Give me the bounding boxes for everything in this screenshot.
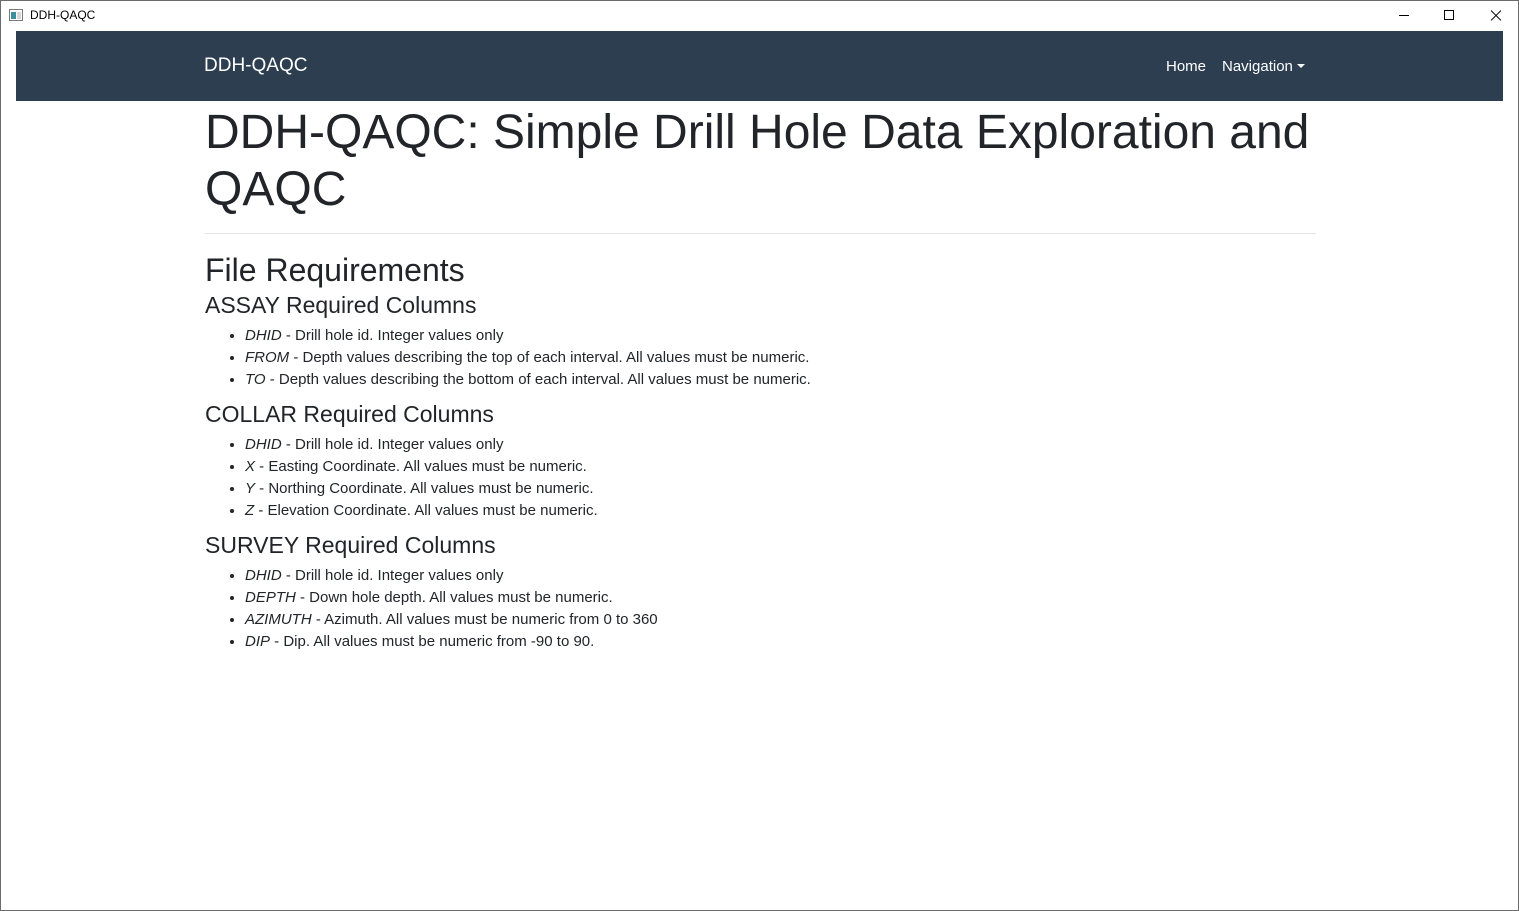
list-item: TO - Depth values describing the bottom … (245, 369, 1316, 391)
list-item: DHID - Drill hole id. Integer values onl… (245, 434, 1316, 456)
column-name: TO (245, 371, 266, 388)
nav-navigation-dropdown[interactable]: Navigation (1222, 58, 1305, 76)
column-name: DHID (245, 327, 282, 344)
column-description: - Azimuth. All values must be numeric fr… (311, 611, 658, 628)
column-description: - Drill hole id. Integer values only (281, 436, 504, 453)
file-requirements-heading: File Requirements (205, 252, 465, 288)
column-name: DIP (245, 633, 271, 650)
app-window: DDH-QAQC DDH-QAQC Home Navigation DDH-QA… (0, 0, 1519, 911)
list-item: Y - Northing Coordinate. All values must… (245, 478, 1316, 500)
column-description: - Depth values describing the bottom of … (265, 371, 811, 388)
assay-heading: ASSAY Required Columns (205, 292, 477, 318)
collar-columns-list: DHID - Drill hole id. Integer values onl… (205, 434, 1316, 522)
assay-columns-list: DHID - Drill hole id. Integer values onl… (205, 325, 1316, 391)
list-item: X - Easting Coordinate. All values must … (245, 456, 1316, 478)
column-name: DHID (245, 436, 282, 453)
list-item: DEPTH - Down hole depth. All values must… (245, 587, 1316, 609)
window-title-bar[interactable]: DDH-QAQC (1, 1, 1518, 30)
list-item: DHID - Drill hole id. Integer values onl… (245, 565, 1316, 587)
maximize-icon[interactable] (1427, 1, 1473, 30)
collar-heading: COLLAR Required Columns (205, 401, 494, 427)
column-description: - Easting Coordinate. All values must be… (255, 458, 587, 475)
survey-heading: SURVEY Required Columns (205, 532, 496, 558)
column-name: FROM (245, 349, 290, 366)
column-name: Z (245, 502, 255, 519)
column-description: - Drill hole id. Integer values only (281, 567, 504, 584)
column-description: - Down hole depth. All values must be nu… (295, 589, 613, 606)
title-divider (205, 233, 1316, 234)
app-window-icon (9, 9, 23, 21)
caret-down-icon (1296, 64, 1305, 68)
nav-home-link[interactable]: Home (1166, 58, 1206, 76)
column-description: - Dip. All values must be numeric from -… (270, 633, 595, 650)
list-item: AZIMUTH - Azimuth. All values must be nu… (245, 609, 1316, 631)
column-description: - Depth values describing the top of eac… (289, 349, 810, 366)
navbar-brand[interactable]: DDH-QAQC (204, 55, 307, 77)
column-name: X (245, 458, 256, 475)
nav-navigation-label: Navigation (1222, 58, 1293, 75)
page-title: DDH-QAQC: Simple Drill Hole Data Explora… (205, 106, 1310, 216)
main-content: DDH-QAQC: Simple Drill Hole Data Explora… (205, 101, 1316, 653)
list-item: FROM - Depth values describing the top o… (245, 347, 1316, 369)
column-description: - Elevation Coordinate. All values must … (254, 502, 598, 519)
column-description: - Northing Coordinate. All values must b… (255, 480, 594, 497)
column-name: DHID (245, 567, 282, 584)
list-item: DHID - Drill hole id. Integer values onl… (245, 325, 1316, 347)
top-navbar: DDH-QAQC Home Navigation (16, 31, 1503, 101)
column-name: Y (245, 480, 256, 497)
close-icon[interactable] (1473, 1, 1518, 30)
list-item: DIP - Dip. All values must be numeric fr… (245, 631, 1316, 653)
column-description: - Drill hole id. Integer values only (281, 327, 504, 344)
column-name: AZIMUTH (245, 611, 312, 628)
survey-columns-list: DHID - Drill hole id. Integer values onl… (205, 565, 1316, 653)
window-title: DDH-QAQC (30, 8, 96, 22)
list-item: Z - Elevation Coordinate. All values mus… (245, 500, 1316, 522)
column-name: DEPTH (245, 589, 296, 606)
minimize-icon[interactable] (1381, 1, 1427, 30)
